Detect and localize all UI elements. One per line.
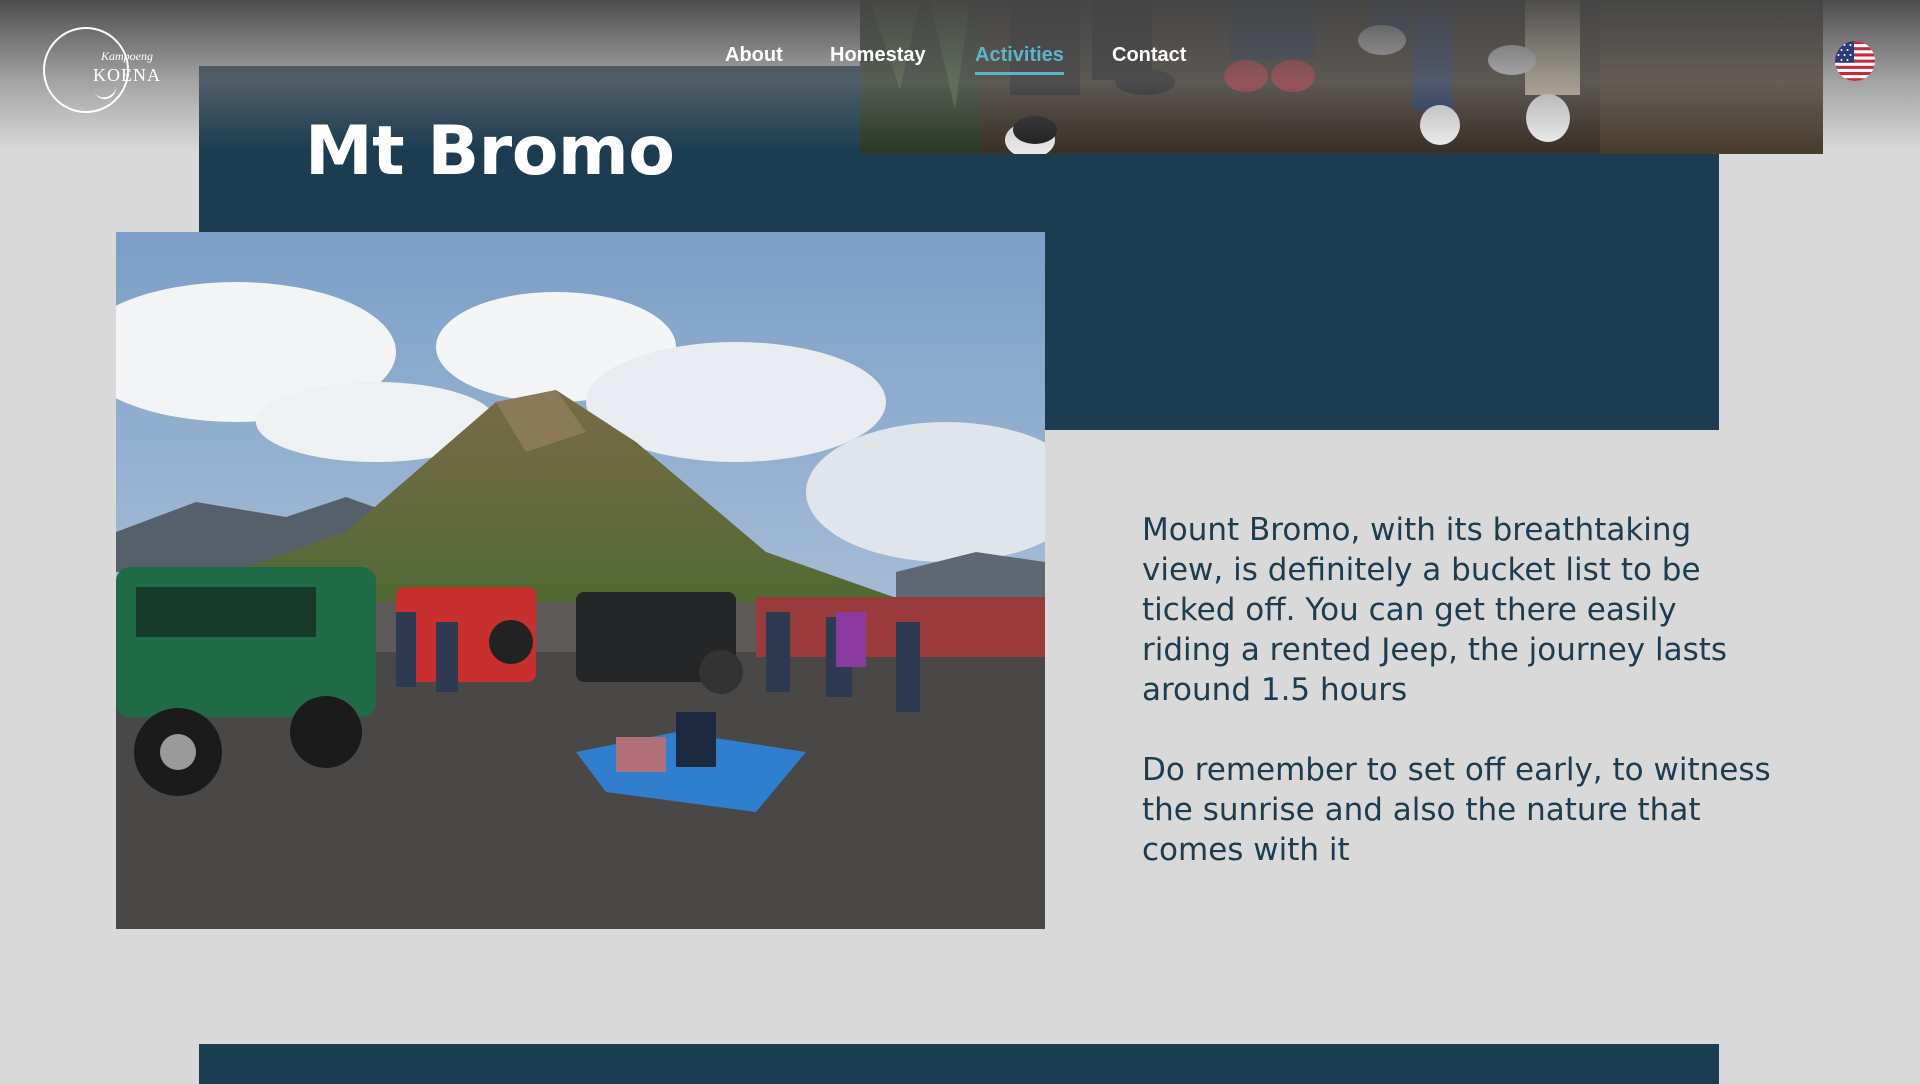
description-paragraph-2: Do remember to set off early, to witness… <box>1142 752 1771 868</box>
logo[interactable]: Kampoeng KOENA <box>43 27 160 113</box>
nav-homestay[interactable]: Homestay <box>830 44 926 67</box>
nav-activities[interactable]: Activities <box>975 44 1064 75</box>
nav-activities-label: Activities <box>975 44 1064 66</box>
top-navigation-bar <box>0 0 1920 150</box>
nav-about[interactable]: About <box>725 44 783 67</box>
mt-bromo-photo <box>116 232 1045 929</box>
nav-contact[interactable]: Contact <box>1112 44 1186 67</box>
us-flag-icon[interactable] <box>1835 41 1875 81</box>
active-indicator <box>975 72 1064 75</box>
logo-line-2: KOENA <box>93 65 161 85</box>
logo-line-1: Kampoeng <box>101 49 153 63</box>
footer-panel <box>199 1044 1719 1084</box>
description-paragraph-1: Mount Bromo, with its breathtaking view,… <box>1142 512 1728 708</box>
page-title: Mt Bromo <box>305 112 675 191</box>
